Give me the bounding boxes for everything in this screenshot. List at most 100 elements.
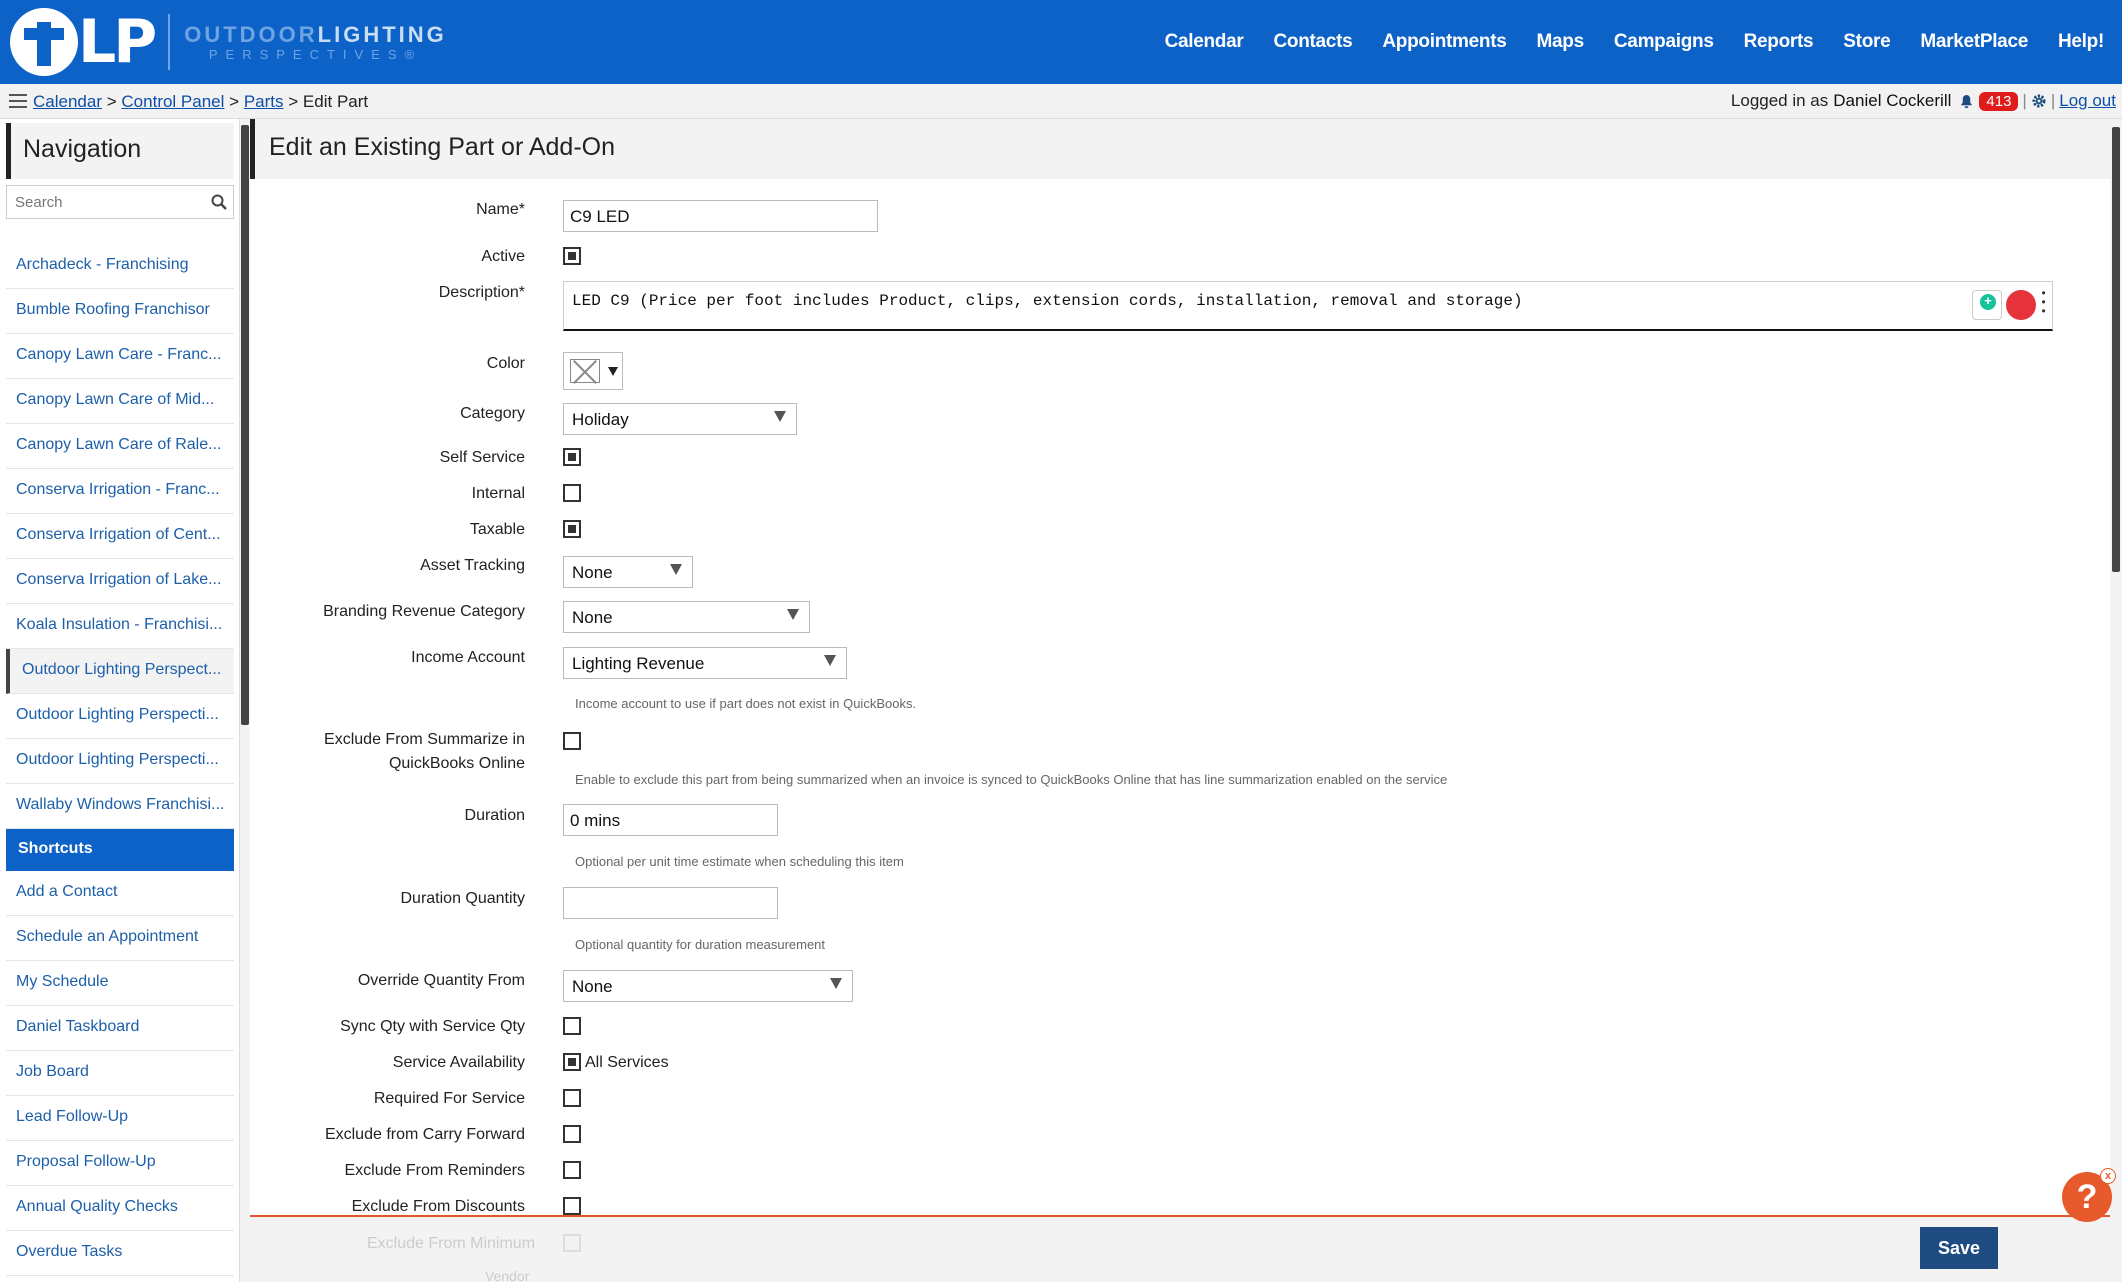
color-picker[interactable] [563, 352, 623, 390]
sidebar-item-franchise[interactable]: Canopy Lawn Care of Rale... [6, 424, 234, 469]
sidebar-item-franchise[interactable]: Archadeck - Franchising [6, 244, 234, 289]
sidebar-scroll-thumb[interactable] [241, 125, 249, 725]
nav-campaigns[interactable]: Campaigns [1614, 31, 1714, 53]
breadcrumb-calendar[interactable]: Calendar [33, 92, 102, 111]
exclude-summarize-label-2: QuickBooks Online [388, 755, 525, 772]
nav-appointments[interactable]: Appointments [1382, 31, 1506, 53]
carry-forward-label: Exclude from Carry Forward [324, 1126, 525, 1143]
override-quantity-value: None [572, 977, 613, 996]
logo-wordmark: OUTDOORLIGHTING PERSPECTIVES® [184, 22, 447, 62]
sidebar-search [6, 185, 234, 219]
breadcrumb-control-panel[interactable]: Control Panel [121, 92, 224, 111]
minimum-checkbox [563, 1234, 581, 1252]
shortcut-overdue-tasks[interactable]: Overdue Tasks [6, 1231, 234, 1276]
shortcut-quality-checks[interactable]: Annual Quality Checks [6, 1186, 234, 1231]
active-checkbox[interactable] [563, 247, 581, 265]
user-box: Logged in as Daniel Cockerill 413 | | Lo… [1731, 91, 2116, 111]
sidebar-item-franchise[interactable]: Wallaby Windows Franchisi... [6, 784, 234, 829]
sidebar-item-franchise[interactable]: Bumble Roofing Franchisor [6, 289, 234, 334]
sync-qty-checkbox[interactable] [563, 1017, 581, 1035]
discounts-checkbox[interactable] [563, 1197, 581, 1215]
internal-checkbox[interactable] [563, 484, 581, 502]
sidebar-item-franchise[interactable]: Canopy Lawn Care of Mid... [6, 379, 234, 424]
sidebar-item-franchise[interactable]: Outdoor Lighting Perspecti... [6, 694, 234, 739]
asset-tracking-select[interactable]: None [563, 556, 693, 588]
search-icon[interactable] [210, 193, 228, 211]
income-account-help: Income account to use if part does not e… [575, 696, 917, 711]
main-content: Edit an Existing Part or Add-On Name* C9… [250, 119, 2110, 1282]
shortcut-job-board[interactable]: Job Board [6, 1051, 234, 1096]
help-button[interactable]: ? x [2062, 1168, 2116, 1222]
sidebar-scrollbar[interactable] [240, 119, 250, 1282]
shortcut-schedule-appointment[interactable]: Schedule an Appointment [6, 916, 234, 961]
self-service-checkbox[interactable] [563, 448, 581, 466]
shortcut-add-contact[interactable]: Add a Contact [6, 871, 234, 916]
nav-contacts[interactable]: Contacts [1273, 31, 1352, 53]
branding-revenue-select[interactable]: None [563, 601, 810, 633]
sidebar-item-franchise[interactable]: Koala Insulation - Franchisi... [6, 604, 234, 649]
notification-badge[interactable]: 413 [1979, 91, 2019, 111]
income-account-select[interactable]: Lighting Revenue [563, 647, 847, 679]
sidebar-item-franchise[interactable]: Conserva Irrigation of Lake... [6, 559, 234, 604]
income-account-value: Lighting Revenue [572, 654, 705, 673]
nav-help[interactable]: Help! [2058, 31, 2104, 53]
duration-quantity-input[interactable] [563, 887, 778, 919]
sidebar-item-franchise[interactable]: Conserva Irrigation of Cent... [6, 514, 234, 559]
nav-calendar[interactable]: Calendar [1165, 31, 1244, 53]
grammar-assistant-icon[interactable] [2006, 290, 2036, 320]
grammar-widget: ••• [1968, 284, 2048, 324]
main-scroll-thumb[interactable] [2112, 127, 2120, 572]
income-account-label: Income Account [411, 649, 525, 666]
description-text: LED C9 (Price per foot includes Product,… [572, 292, 1523, 310]
grammar-check-icon[interactable] [1972, 290, 2002, 320]
user-separator: | [2022, 91, 2027, 110]
sidebar-item-franchise-current[interactable]: Outdoor Lighting Perspect... [6, 649, 234, 694]
nav-maps[interactable]: Maps [1537, 31, 1585, 53]
nav-store[interactable]: Store [1843, 31, 1890, 53]
hamburger-menu-icon[interactable] [9, 94, 27, 108]
all-services-label: All Services [585, 1054, 669, 1071]
more-options-icon[interactable]: • • • [2040, 288, 2048, 320]
sidebar-item-franchise[interactable]: Canopy Lawn Care - Franc... [6, 334, 234, 379]
sidebar-item-franchise[interactable]: Outdoor Lighting Perspecti... [6, 739, 234, 784]
reminders-checkbox[interactable] [563, 1161, 581, 1179]
sidebar-search-input[interactable] [7, 186, 197, 218]
save-button[interactable]: Save [1920, 1227, 1998, 1269]
duration-help: Optional per unit time estimate when sch… [575, 854, 904, 869]
shortcut-lead-follow-up[interactable]: Lead Follow-Up [6, 1096, 234, 1141]
description-textarea[interactable]: LED C9 (Price per foot includes Product,… [563, 281, 2053, 331]
shortcuts-header: Shortcuts [6, 829, 234, 871]
shortcut-proposal-follow-up[interactable]: Proposal Follow-Up [6, 1141, 234, 1186]
main-scrollbar[interactable] [2110, 119, 2122, 1282]
breadcrumb-separator: > [229, 92, 240, 111]
category-select[interactable]: Holiday [563, 403, 797, 435]
taxable-checkbox[interactable] [563, 520, 581, 538]
close-icon[interactable]: x [2100, 1168, 2116, 1184]
nav-marketplace[interactable]: MarketPlace [1920, 31, 2028, 53]
override-quantity-select[interactable]: None [563, 970, 853, 1002]
gear-icon[interactable] [2031, 93, 2047, 109]
breadcrumb-parts[interactable]: Parts [244, 92, 284, 111]
required-for-service-checkbox[interactable] [563, 1089, 581, 1107]
shortcut-my-schedule[interactable]: My Schedule [6, 961, 234, 1006]
exclude-summarize-label: Exclude From Summarize in [324, 731, 525, 748]
sidebar-item-franchise[interactable]: Conserva Irrigation - Franc... [6, 469, 234, 514]
name-input[interactable]: C9 LED [563, 200, 878, 232]
bell-icon[interactable] [1959, 94, 1974, 109]
logo-letters: LP [78, 7, 157, 77]
shortcut-taskboard[interactable]: Daniel Taskboard [6, 1006, 234, 1051]
chevron-down-icon [787, 609, 799, 620]
exclude-summarize-checkbox[interactable] [563, 732, 581, 750]
all-services-checkbox[interactable] [563, 1053, 581, 1071]
nav-reports[interactable]: Reports [1744, 31, 1814, 53]
help-question-icon: ? [2076, 1178, 2098, 1216]
logo-word-outdoor: OUTDOOR [184, 22, 318, 47]
user-name: Daniel Cockerill [1833, 91, 1952, 110]
vendor-label: Vendor [485, 1268, 530, 1282]
carry-forward-checkbox[interactable] [563, 1125, 581, 1143]
logo-divider [168, 14, 171, 70]
brand-logo[interactable]: LP OUTDOORLIGHTING PERSPECTIVES® [10, 8, 447, 76]
sidebar-title: Navigation [6, 123, 234, 179]
logout-link[interactable]: Log out [2059, 91, 2116, 111]
duration-input[interactable]: 0 mins [563, 804, 778, 836]
